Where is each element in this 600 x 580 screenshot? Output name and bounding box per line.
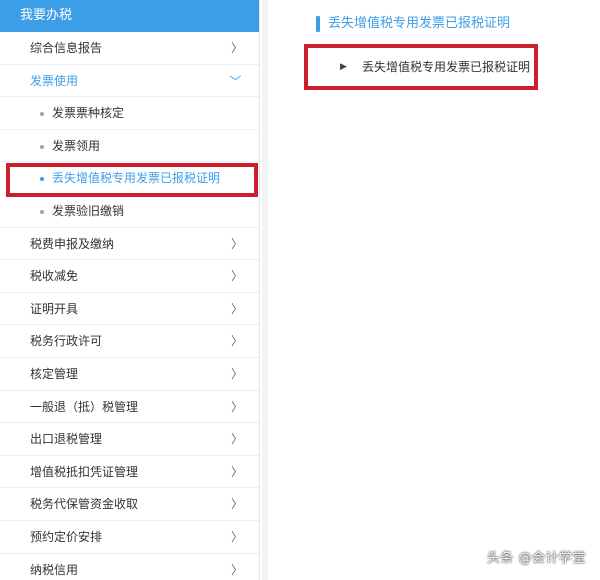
bullet-dot-icon	[40, 144, 44, 149]
sidebar-header: 我要办税	[0, 0, 259, 32]
sidebar-item-label: 一般退（抵）税管理	[30, 399, 139, 414]
chevron-right-icon: 〉	[230, 529, 243, 544]
play-arrow-icon: ▶	[340, 62, 347, 72]
chevron-right-icon: 〉	[230, 562, 243, 577]
sidebar-scroll-rail	[262, 0, 268, 580]
sidebar-subitem-invoice-type-approval[interactable]: 发票票种核定	[0, 97, 259, 130]
sidebar-item-label: 发票使用	[30, 73, 79, 88]
chevron-right-icon: 〉	[230, 464, 243, 479]
sidebar-item-label: 增值税抵扣凭证管理	[30, 464, 139, 479]
sidebar-item-label: 核定管理	[30, 366, 79, 381]
sidebar-item-assessment-management[interactable]: 核定管理 〉	[0, 358, 259, 391]
sidebar-item-label: 预约定价安排	[30, 529, 103, 544]
chevron-right-icon: 〉	[230, 41, 243, 55]
sidebar-item-custody-funds[interactable]: 税务代保管资金收取 〉	[0, 488, 259, 521]
bullet-dot-icon	[40, 177, 44, 182]
sidebar-item-tax-refund-offset[interactable]: 一般退（抵）税管理 〉	[0, 391, 259, 424]
chevron-right-icon: 〉	[230, 236, 243, 251]
sidebar-subitem-label: 发票验旧缴销	[52, 203, 125, 218]
bullet-dot-icon	[40, 209, 44, 214]
chevron-right-icon: 〉	[230, 497, 243, 512]
sidebar-item-comprehensive-report[interactable]: 综合信息报告 〉	[0, 32, 259, 65]
chevron-down-icon: 〉	[227, 74, 242, 87]
service-link-label: 丢失增值税专用发票已报税证明	[362, 60, 531, 74]
sidebar-subitem-invoice-verify-cancel[interactable]: 发票验旧缴销	[0, 195, 259, 228]
sidebar-item-label: 纳税信用	[30, 562, 79, 577]
sidebar-item-label: 税收减免	[30, 269, 79, 284]
sidebar-item-label: 出口退税管理	[30, 432, 103, 447]
bullet-dot-icon	[40, 112, 44, 117]
sidebar-subitem-label: 丢失增值税专用发票已报税证明	[52, 171, 221, 186]
chevron-right-icon: 〉	[230, 399, 243, 414]
sidebar-item-tax-credit[interactable]: 纳税信用 〉	[0, 554, 259, 580]
sidebar-item-certificate-issue[interactable]: 证明开具 〉	[0, 293, 259, 326]
sidebar-item-export-refund[interactable]: 出口退税管理 〉	[0, 423, 259, 456]
chevron-right-icon: 〉	[230, 269, 243, 284]
chevron-right-icon: 〉	[230, 432, 243, 447]
sidebar-subitem-lost-vat-invoice-proof[interactable]: 丢失增值税专用发票已报税证明	[0, 162, 259, 195]
sidebar-item-label: 证明开具	[30, 301, 79, 316]
sidebar-item-label: 税费申报及缴纳	[30, 236, 115, 251]
sidebar-item-invoice-use[interactable]: 发票使用 〉	[0, 65, 259, 98]
watermark: 头条 @会计学堂	[486, 551, 586, 566]
chevron-right-icon: 〉	[230, 334, 243, 349]
sidebar-item-label: 税务代保管资金收取	[30, 497, 139, 512]
sidebar-item-tax-relief[interactable]: 税收减免 〉	[0, 260, 259, 293]
sidebar-item-label: 综合信息报告	[30, 41, 103, 55]
service-link-lost-vat-invoice-proof[interactable]: ▶ 丢失增值税专用发票已报税证明	[304, 44, 538, 90]
sidebar-subitem-label: 发票领用	[52, 138, 101, 153]
sidebar-subitem-invoice-collect[interactable]: 发票领用	[0, 130, 259, 163]
sidebar-item-admin-permit[interactable]: 税务行政许可 〉	[0, 325, 259, 358]
chevron-right-icon: 〉	[230, 366, 243, 381]
sidebar: 我要办税 综合信息报告 〉 发票使用 〉 发票票种核定 发票领用 丢失增值税专用…	[0, 0, 260, 580]
sidebar-subitem-label: 发票票种核定	[52, 106, 125, 121]
sidebar-item-advance-pricing[interactable]: 预约定价安排 〉	[0, 521, 259, 554]
chevron-right-icon: 〉	[230, 301, 243, 316]
page-title: 丢失增值税专用发票已报税证明	[316, 14, 510, 34]
sidebar-item-vat-deduction-voucher[interactable]: 增值税抵扣凭证管理 〉	[0, 456, 259, 489]
sidebar-item-tax-declaration[interactable]: 税费申报及缴纳 〉	[0, 228, 259, 261]
sidebar-item-label: 税务行政许可	[30, 334, 103, 349]
